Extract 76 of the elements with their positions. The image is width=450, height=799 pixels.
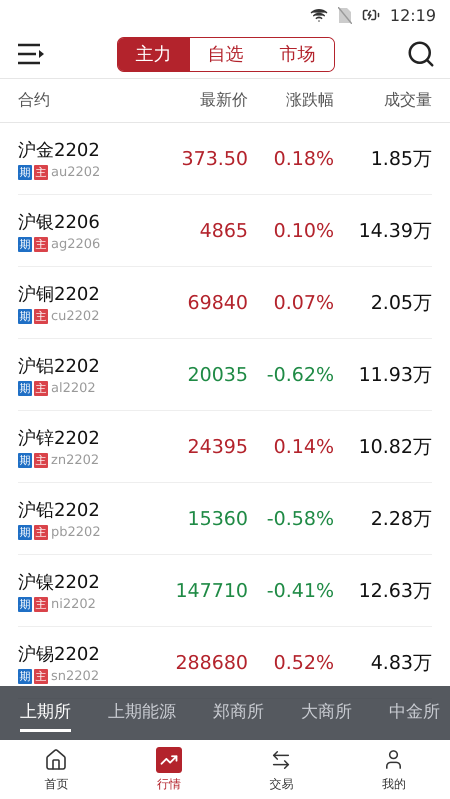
tag-label: 主 (34, 668, 48, 684)
tag-label: 期 (18, 236, 32, 252)
tag-label: 期 (18, 380, 32, 396)
change-cell-text: 0.18% (272, 148, 334, 170)
tag-label: 主 (34, 308, 48, 324)
price-cell-text: 288680 (174, 652, 248, 674)
change-cell-text: 0.10% (272, 220, 334, 242)
contract-name: 沪锌2202 (18, 426, 101, 450)
contract-code: sn2202 (51, 668, 100, 684)
contract-code: cu2202 (51, 308, 100, 324)
status-time: 12:19 (390, 6, 436, 24)
contract-name: 沪金2202 (18, 138, 101, 162)
contract-code: ag2206 (51, 236, 100, 252)
tag-label: 主 (34, 164, 48, 180)
contract-name: 沪银2206 (18, 210, 101, 234)
nav-item[interactable]: 交易 (225, 740, 338, 799)
exchange-tab[interactable]: 大商所 (301, 694, 352, 732)
volume-cell-text: 1.85万 (370, 146, 432, 172)
exchange-tab[interactable]: 中金所 (389, 694, 440, 732)
contract-code: ni2202 (51, 596, 96, 612)
change-cell-text: 0.14% (272, 436, 334, 458)
column-header[interactable]: 合约 (18, 90, 168, 111)
change-cell-text: 0.52% (272, 652, 334, 674)
volume-cell-text: 11.93万 (358, 362, 432, 388)
exchange-tab[interactable]: 上期能源 (108, 694, 176, 732)
contract-code: pb2202 (51, 524, 101, 540)
column-header[interactable]: 涨跌幅 (248, 90, 334, 111)
tag-label: 主 (34, 380, 48, 396)
trend-icon (156, 746, 182, 772)
exchange-tab[interactable]: 郑商所 (213, 694, 264, 732)
volume-cell-text: 2.05万 (370, 290, 432, 316)
contract-code: zn2202 (51, 452, 100, 468)
contract-code: al2202 (51, 380, 96, 396)
menu-icon[interactable] (18, 43, 45, 65)
tag-label: 主 (34, 524, 48, 540)
nav-item[interactable]: 首页 (0, 740, 112, 799)
wifi-icon (310, 6, 328, 24)
tag-label: 主 (34, 236, 48, 252)
contract-name: 沪锡2202 (18, 642, 101, 666)
nav-item[interactable]: 我的 (338, 740, 450, 799)
volume-cell-text: 14.39万 (358, 218, 432, 244)
change-cell-text: -0.41% (266, 580, 334, 602)
tag-label: 主 (34, 596, 48, 612)
column-header[interactable]: 成交量 (334, 90, 432, 111)
volume-cell-text: 10.82万 (358, 434, 432, 460)
price-cell-text: 373.50 (180, 148, 248, 170)
tag-label: 期 (18, 524, 32, 540)
exchange-tab[interactable]: 上期所 (20, 694, 71, 732)
search-icon[interactable] (406, 39, 436, 69)
change-cell-text: -0.62% (266, 364, 334, 386)
tag-label: 期 (18, 668, 32, 684)
nav-item[interactable]: 行情 (112, 740, 225, 799)
price-cell-text: 147710 (174, 580, 248, 602)
price-cell-text: 69840 (186, 292, 248, 314)
change-cell-text: 0.07% (272, 292, 334, 314)
price-cell-text: 20035 (186, 364, 248, 386)
sim-icon (338, 6, 352, 24)
segment-tab[interactable]: 主力 (118, 38, 190, 70)
tag-label: 期 (18, 164, 32, 180)
column-header[interactable]: 最新价 (168, 90, 248, 111)
tag-label: 期 (18, 596, 32, 612)
contract-name: 沪铅2202 (18, 498, 101, 522)
contract-name: 沪铜2202 (18, 282, 101, 306)
change-cell-text: -0.58% (266, 508, 334, 530)
contract-code: au2202 (51, 164, 100, 180)
volume-cell-text: 2.28万 (370, 506, 432, 532)
price-cell-text: 4865 (198, 220, 248, 242)
tag-label: 期 (18, 452, 32, 468)
tag-label: 主 (34, 452, 48, 468)
contract-name: 沪镍2202 (18, 570, 101, 594)
price-cell-text: 15360 (186, 508, 248, 530)
price-cell-text: 24395 (186, 436, 248, 458)
contract-name: 沪铝2202 (18, 354, 101, 378)
tag-label: 期 (18, 308, 32, 324)
volume-cell-text: 12.63万 (358, 578, 432, 604)
volume-cell-text: 4.83万 (370, 650, 432, 676)
